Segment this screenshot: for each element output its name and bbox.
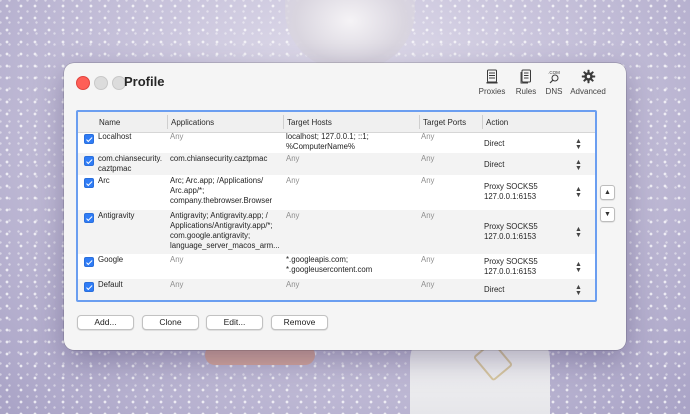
row-target-ports: Any [421,255,435,264]
header-target-ports[interactable]: Target Ports [423,118,466,127]
row-applications: Any [170,280,184,289]
dns-icon: .COM [548,70,560,84]
row-enabled-checkbox[interactable] [84,213,94,223]
row-name: Google [98,255,124,264]
header-applications[interactable]: Applications [171,118,214,127]
column-divider[interactable] [419,115,420,129]
chevron-updown-icon[interactable]: ▲ ▼ [575,186,582,199]
row-target-hosts: *.googleapis.com; *.googleusercontent.co… [286,255,373,274]
table-row[interactable]: Localhost Any localhost; 127.0.0.1; ::1;… [78,132,595,153]
row-target-ports: Any [421,211,435,220]
table-row[interactable]: Arc Arc; Arc.app; /Applications/ Arc.app… [78,175,595,210]
table-row[interactable]: com.chiansecurity. caztpmac com.chiansec… [78,153,595,175]
toolbar-dns-button[interactable]: .COM DNS [543,69,565,96]
row-applications: Any [170,132,184,141]
row-action-select[interactable]: Direct [484,160,554,170]
row-enabled-checkbox[interactable] [84,134,94,144]
window-title: Profile [124,74,165,89]
table-row[interactable]: Default Any Any Any Direct ▲ ▼ [78,279,595,300]
row-action-select[interactable]: Proxy SOCKS5 127.0.0.1:6153 [484,222,554,242]
table-row[interactable]: Antigravity Antigravity; Antigravity.app… [78,210,595,254]
row-enabled-checkbox[interactable] [84,178,94,188]
column-divider[interactable] [167,115,168,129]
row-applications: Antigravity; Antigravity.app; / Applicat… [170,211,280,250]
rules-table[interactable]: Name Applications Target Hosts Target Po… [76,110,597,302]
chevron-updown-icon[interactable]: ▲ ▼ [575,261,582,274]
close-button[interactable] [76,76,90,90]
move-down-button[interactable]: ▼ [600,207,615,222]
row-target-ports: Any [421,176,435,185]
row-name: Localhost [98,132,132,141]
chevron-updown-icon[interactable]: ▲ ▼ [575,284,582,297]
row-applications: Arc; Arc.app; /Applications/ Arc.app/*; … [170,176,273,205]
chevron-updown-icon[interactable]: ▲ ▼ [575,159,582,172]
row-action-select[interactable]: Proxy SOCKS5 127.0.0.1:6153 [484,257,554,277]
row-enabled-checkbox[interactable] [84,282,94,292]
table-row[interactable]: Google Any *.googleapis.com; *.googleuse… [78,254,595,279]
clone-button[interactable]: Clone [142,315,199,330]
row-target-ports: Any [421,280,435,289]
row-enabled-checkbox[interactable] [84,156,94,166]
row-target-ports: Any [421,132,435,141]
row-action-select[interactable]: Proxy SOCKS5 127.0.0.1:6153 [484,182,554,202]
document-list-icon [520,69,531,84]
edit-button[interactable]: Edit... [206,315,263,330]
chevron-updown-icon[interactable]: ▲ ▼ [575,138,582,151]
chevron-updown-icon[interactable]: ▲ ▼ [575,226,582,239]
toolbar-dns-label: DNS [545,87,563,96]
header-target-hosts[interactable]: Target Hosts [287,118,332,127]
row-name: Default [98,280,123,289]
row-applications: com.chiansecurity.caztpmac [170,154,268,163]
row-target-hosts: Any [286,211,300,220]
row-name: Antigravity [98,211,135,220]
triangle-down-icon: ▼ [604,211,611,218]
triangle-up-icon: ▲ [604,189,611,196]
row-applications: Any [170,255,184,264]
row-enabled-checkbox[interactable] [84,257,94,267]
row-action-select[interactable]: Direct [484,139,554,149]
remove-button[interactable]: Remove [271,315,328,330]
row-name: Arc [98,176,110,185]
row-target-hosts: Any [286,176,300,185]
gear-icon [581,69,595,84]
toolbar-rules-button[interactable]: Rules [514,69,538,96]
server-icon [486,69,498,84]
row-target-ports: Any [421,154,435,163]
header-name[interactable]: Name [99,118,120,127]
dns-badge-text: .COM [548,70,560,75]
toolbar-proxies-button[interactable]: Proxies [477,69,507,96]
row-target-hosts: Any [286,280,300,289]
row-target-hosts: localhost; 127.0.0.1; ::1; %ComputerName… [286,132,369,151]
toolbar-advanced-label: Advanced [570,87,606,96]
toolbar-advanced-button[interactable]: Advanced [568,69,608,96]
row-name: com.chiansecurity. caztpmac [98,154,162,173]
toolbar-rules-label: Rules [515,87,537,96]
column-divider[interactable] [283,115,284,129]
header-action[interactable]: Action [486,118,508,127]
row-action-select[interactable]: Direct [484,285,554,295]
move-up-button[interactable]: ▲ [600,185,615,200]
toolbar-proxies-label: Proxies [478,87,506,96]
add-button[interactable]: Add... [77,315,134,330]
table-header: Name Applications Target Hosts Target Po… [78,112,595,133]
titlebar: Profile Proxies Rules .COM DNS Advanced [64,63,626,101]
column-divider[interactable] [482,115,483,129]
minimize-button[interactable] [94,76,108,90]
profile-window: Profile Proxies Rules .COM DNS Advanced … [64,63,626,350]
row-target-hosts: Any [286,154,300,163]
